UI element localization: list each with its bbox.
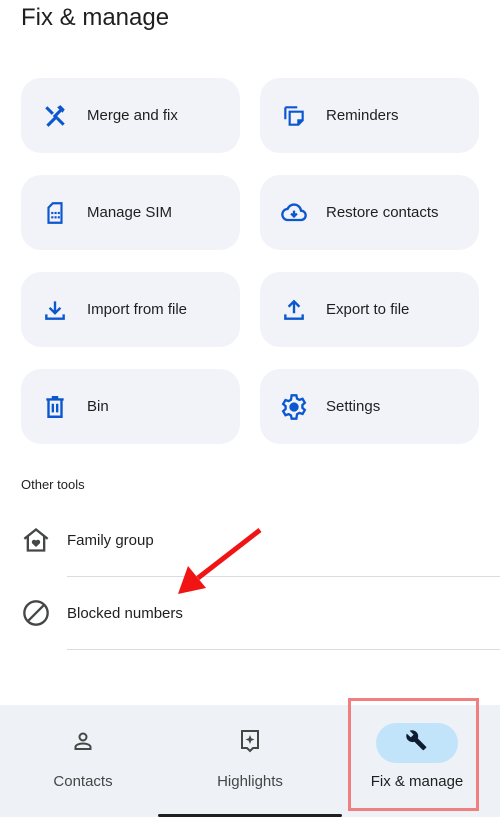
nav-contacts[interactable]: Contacts (0, 705, 166, 817)
import-from-file-button[interactable]: Import from file (21, 272, 240, 347)
divider (67, 576, 500, 577)
merge-fix-icon (41, 102, 69, 130)
trash-icon (41, 393, 69, 421)
wrench-icon (405, 729, 429, 758)
divider (67, 649, 500, 650)
other-tools-heading: Other tools (21, 477, 85, 492)
nav-icon-container (42, 723, 124, 763)
reminders-icon (280, 102, 308, 130)
card-label: Reminders (326, 107, 399, 124)
upload-icon (280, 296, 308, 324)
nav-icon-container-active (376, 723, 458, 763)
download-icon (41, 296, 69, 324)
merge-and-fix-button[interactable]: Merge and fix (21, 78, 240, 153)
gear-icon (280, 393, 308, 421)
bottom-navigation: Contacts Highlights Fix & manage (0, 705, 500, 817)
page-title: Fix & manage (21, 4, 170, 31)
card-label: Export to file (326, 301, 410, 318)
manage-sim-button[interactable]: Manage SIM (21, 175, 240, 250)
block-icon (22, 599, 50, 627)
nav-label: Highlights (217, 773, 283, 790)
nav-label: Fix & manage (370, 773, 464, 790)
blocked-numbers-item[interactable]: Blocked numbers (0, 583, 500, 643)
bin-button[interactable]: Bin (21, 369, 240, 444)
nav-label: Contacts (53, 773, 113, 790)
reminders-button[interactable]: Reminders (260, 78, 479, 153)
person-icon (71, 729, 95, 758)
restore-contacts-button[interactable]: Restore contacts (260, 175, 479, 250)
nav-icon-container (209, 723, 291, 763)
list-item-label: Blocked numbers (67, 604, 183, 622)
list-item-label: Family group (67, 531, 154, 549)
card-label: Merge and fix (87, 107, 178, 124)
highlights-icon (238, 728, 262, 759)
family-home-icon (22, 526, 50, 554)
card-label: Settings (326, 398, 381, 415)
card-label: Import from file (87, 301, 188, 318)
export-to-file-button[interactable]: Export to file (260, 272, 479, 347)
nav-highlights[interactable]: Highlights (167, 705, 333, 817)
tools-grid: Merge and fix Reminders Manage SIM Resto… (21, 78, 479, 444)
sim-card-icon (41, 199, 69, 227)
card-label: Restore contacts (326, 204, 439, 221)
card-label: Manage SIM (87, 204, 173, 221)
family-group-item[interactable]: Family group (0, 510, 500, 570)
settings-button[interactable]: Settings (260, 369, 479, 444)
card-label: Bin (87, 398, 109, 415)
cloud-download-icon (280, 199, 308, 227)
nav-fix-and-manage[interactable]: Fix & manage (334, 705, 500, 817)
